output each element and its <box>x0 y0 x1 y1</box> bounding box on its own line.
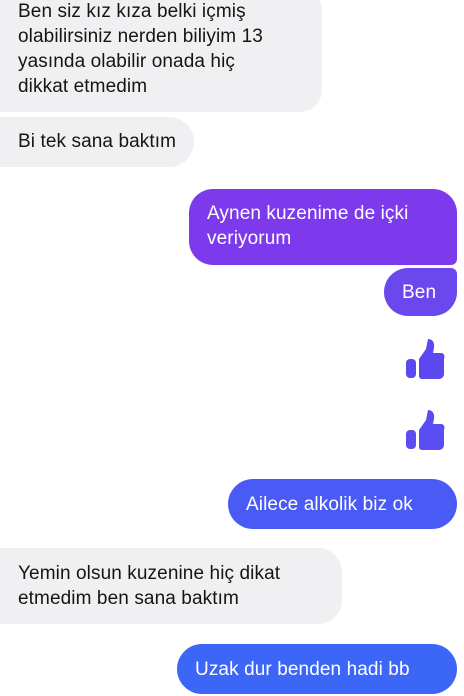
message-thread: Ben siz kız kıza belki içmiş olabilirsin… <box>0 0 464 696</box>
incoming-message-bubble[interactable]: Ben siz kız kıza belki içmiş olabilirsin… <box>0 0 322 112</box>
thumbs-up-icon[interactable] <box>405 337 445 381</box>
outgoing-message-bubble[interactable]: Uzak dur benden hadi bb <box>177 644 457 694</box>
outgoing-message-bubble[interactable]: Aynen kuzenime de içki veriyorum <box>189 189 457 265</box>
incoming-message-bubble[interactable]: Bi tek sana baktım <box>0 117 195 167</box>
outgoing-message-bubble[interactable]: Ailece alkolik biz ok <box>228 479 457 529</box>
incoming-message-bubble[interactable]: Yemin olsun kuzenine hiç dikat etmedim b… <box>0 548 342 624</box>
thumbs-up-icon[interactable] <box>405 408 445 452</box>
outgoing-message-bubble[interactable]: Ben <box>384 268 457 316</box>
